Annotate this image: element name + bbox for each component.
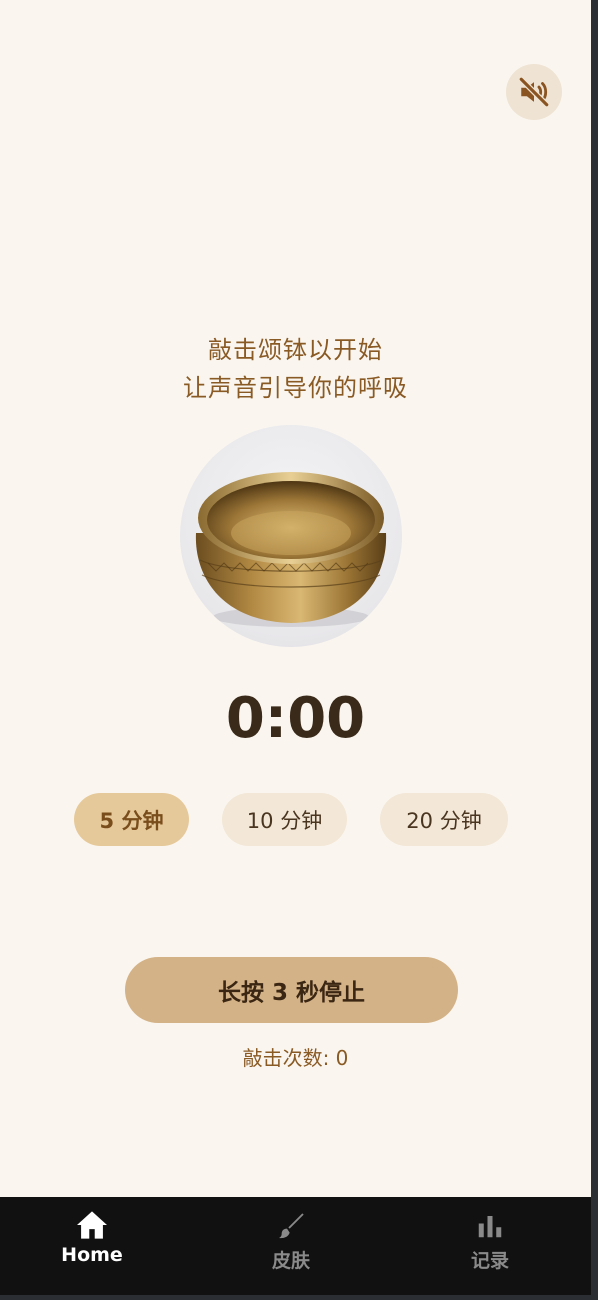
prompt-line-1: 敲击颂钵以开始 (208, 336, 383, 364)
nav-records[interactable]: 记录 (430, 1197, 550, 1295)
singing-bowl-image (195, 472, 387, 627)
timer-display: 0:00 (225, 686, 366, 751)
prompt-line-2: 让声音引导你的呼吸 (183, 374, 408, 402)
nav-skin[interactable]: 皮肤 (231, 1197, 351, 1295)
home-icon (77, 1211, 107, 1239)
window-edge-bottom (0, 1295, 598, 1300)
duration-10min-button[interactable]: 10 分钟 (222, 793, 347, 846)
bar-chart-icon (478, 1216, 502, 1238)
volume-mute-icon (519, 77, 549, 107)
app-screen: 敲击颂钵以开始 让声音引导你的呼吸 0:00 5 分钟 10 分钟 20 分钟 … (0, 0, 591, 1197)
nav-home[interactable]: Home (32, 1197, 152, 1295)
nav-home-label: Home (61, 1244, 123, 1266)
window-edge-right (591, 0, 598, 1300)
strike-count: 敲击次数: 0 (242, 1046, 349, 1070)
nav-skin-label: 皮肤 (271, 1250, 310, 1272)
singing-bowl-button[interactable] (180, 425, 402, 647)
bottom-nav: Home 皮肤 记录 (0, 1197, 591, 1295)
paintbrush-icon (279, 1213, 304, 1239)
duration-20min-button[interactable]: 20 分钟 (380, 793, 508, 846)
hold-to-stop-button[interactable]: 长按 3 秒停止 (125, 957, 458, 1023)
nav-records-label: 记录 (470, 1250, 509, 1272)
duration-5min-button[interactable]: 5 分钟 (74, 793, 189, 846)
mute-toggle-button[interactable] (506, 64, 562, 120)
